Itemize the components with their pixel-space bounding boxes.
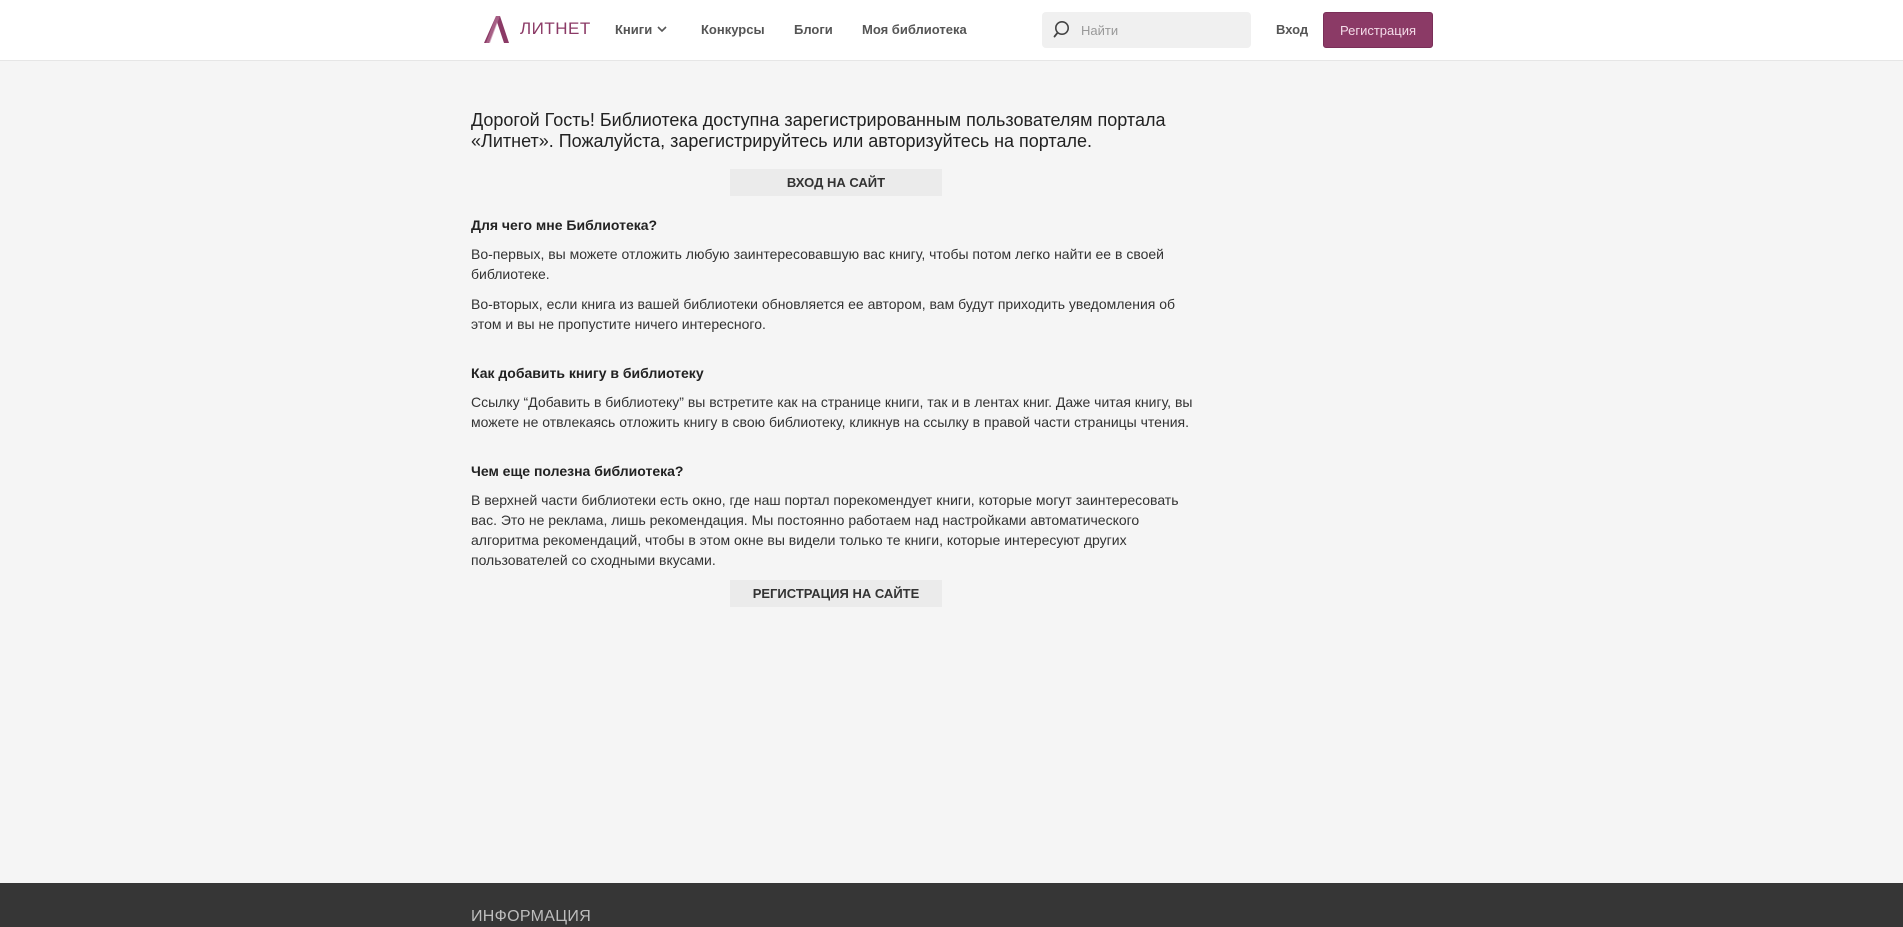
section-title-why-library: Для чего мне Библиотека? — [471, 217, 658, 233]
nav-blogs[interactable]: Блоги — [794, 22, 833, 37]
nav-books-label: Книги — [615, 22, 653, 37]
register-button[interactable]: Регистрация — [1323, 12, 1433, 48]
logo-text: ЛИТНЕТ — [520, 19, 591, 38]
search-input[interactable] — [1079, 21, 1243, 39]
section-paragraph: Во-первых, вы можете отложить любую заин… — [471, 246, 1164, 282]
site-header: ЛИТНЕТ Книги Конкурсы Блоги Моя библиоте… — [0, 0, 1903, 61]
section-paragraph: В верхней части библиотеки есть окно, гд… — [471, 492, 1179, 568]
section-paragraph: Ссылку “Добавить в библиотеку” вы встрет… — [471, 394, 1193, 430]
guest-intro-text: Дорогой Гость! Библиотека доступна зарег… — [471, 110, 1166, 151]
main-content: Дорогой Гость! Библиотека доступна зарег… — [471, 110, 1201, 607]
login-link[interactable]: Вход — [1276, 22, 1308, 37]
search-box — [1042, 12, 1251, 48]
nav-contests[interactable]: Конкурсы — [701, 22, 765, 37]
litnet-logo-icon — [484, 16, 509, 43]
section-paragraph: Во-вторых, если книга из вашей библиотек… — [471, 296, 1176, 332]
logo-link[interactable]: ЛИТНЕТ — [482, 14, 591, 44]
site-footer: ИНФОРМАЦИЯ — [0, 883, 1903, 927]
search-icon[interactable] — [1053, 20, 1073, 40]
nav-books-dropdown[interactable]: Книги — [615, 22, 667, 37]
section-title-how-to-add: Как добавить книгу в библиотеку — [471, 365, 704, 381]
nav-my-library[interactable]: Моя библиотека — [862, 22, 967, 37]
register-on-site-button[interactable]: РЕГИСТРАЦИЯ НА САЙТЕ — [730, 580, 942, 607]
chevron-down-icon — [657, 26, 667, 33]
footer-info-heading: ИНФОРМАЦИЯ — [471, 908, 592, 925]
section-title-more-benefits: Чем еще полезна библиотека? — [471, 463, 684, 479]
login-to-site-button[interactable]: ВХОД НА САЙТ — [730, 169, 942, 196]
